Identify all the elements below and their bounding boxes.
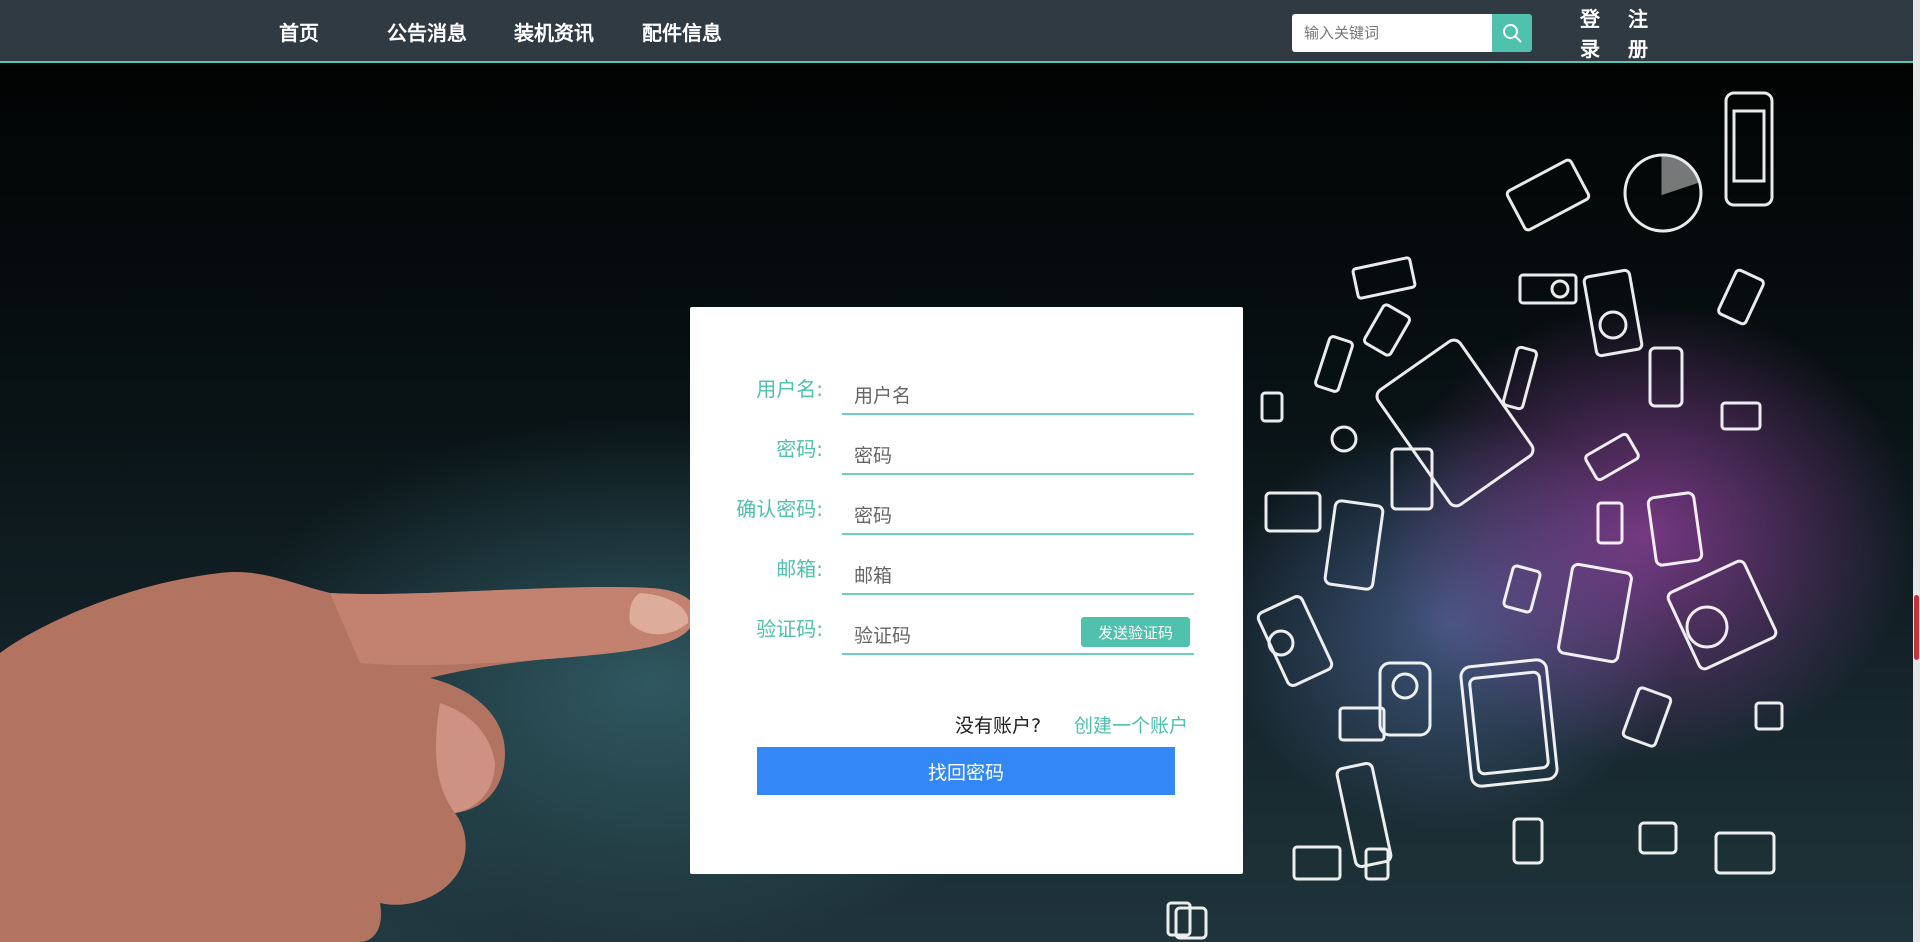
search-icon [1503, 24, 1522, 43]
recover-password-button[interactable]: 找回密码 [757, 747, 1175, 795]
verification-code-label: 验证码: [756, 617, 823, 641]
nav-item-home[interactable]: 首页 [279, 20, 319, 46]
page-scrollbar-thumb[interactable] [1914, 595, 1919, 660]
top-navbar: 首页 公告消息 装机资讯 配件信息 登 录 注 册 [0, 0, 1913, 63]
password-input[interactable] [842, 439, 1194, 475]
password-row: 密码: [690, 423, 1243, 475]
no-account-text: 没有账户? [955, 715, 1042, 737]
login-char-2[interactable]: 录 [1580, 36, 1600, 62]
username-input[interactable] [842, 379, 1194, 415]
confirm-password-input[interactable] [842, 499, 1194, 535]
password-label: 密码: [776, 437, 823, 461]
register-char-2[interactable]: 册 [1628, 36, 1648, 62]
send-code-button[interactable]: 发送验证码 [1081, 617, 1190, 647]
confirm-password-label: 确认密码: [736, 497, 823, 521]
verification-code-row: 验证码: 发送验证码 [690, 603, 1243, 655]
pointing-hand-image [0, 572, 696, 942]
email-row: 邮箱: [690, 543, 1243, 595]
create-account-link[interactable]: 创建一个账户 [1074, 711, 1188, 738]
email-label: 邮箱: [776, 557, 823, 581]
nav-item-build-news[interactable]: 装机资讯 [514, 20, 594, 46]
search-button[interactable] [1492, 14, 1532, 52]
nav-item-parts-info[interactable]: 配件信息 [642, 20, 722, 46]
confirm-password-row: 确认密码: [690, 483, 1243, 535]
email-input[interactable] [842, 559, 1194, 595]
username-row: 用户名: [690, 363, 1243, 415]
device-icons-decoration [1166, 91, 1784, 940]
page-scrollbar-track[interactable] [1913, 0, 1920, 942]
recover-password-form: 用户名: 密码: 确认密码: 邮箱: 验证码: 发送验证码 没有账户? 创建一个… [690, 307, 1243, 874]
search-input[interactable] [1292, 14, 1492, 52]
username-label: 用户名: [756, 377, 823, 401]
login-char-1[interactable]: 登 [1580, 6, 1600, 32]
nav-item-announcements[interactable]: 公告消息 [387, 20, 467, 46]
register-char-1[interactable]: 注 [1628, 6, 1648, 32]
